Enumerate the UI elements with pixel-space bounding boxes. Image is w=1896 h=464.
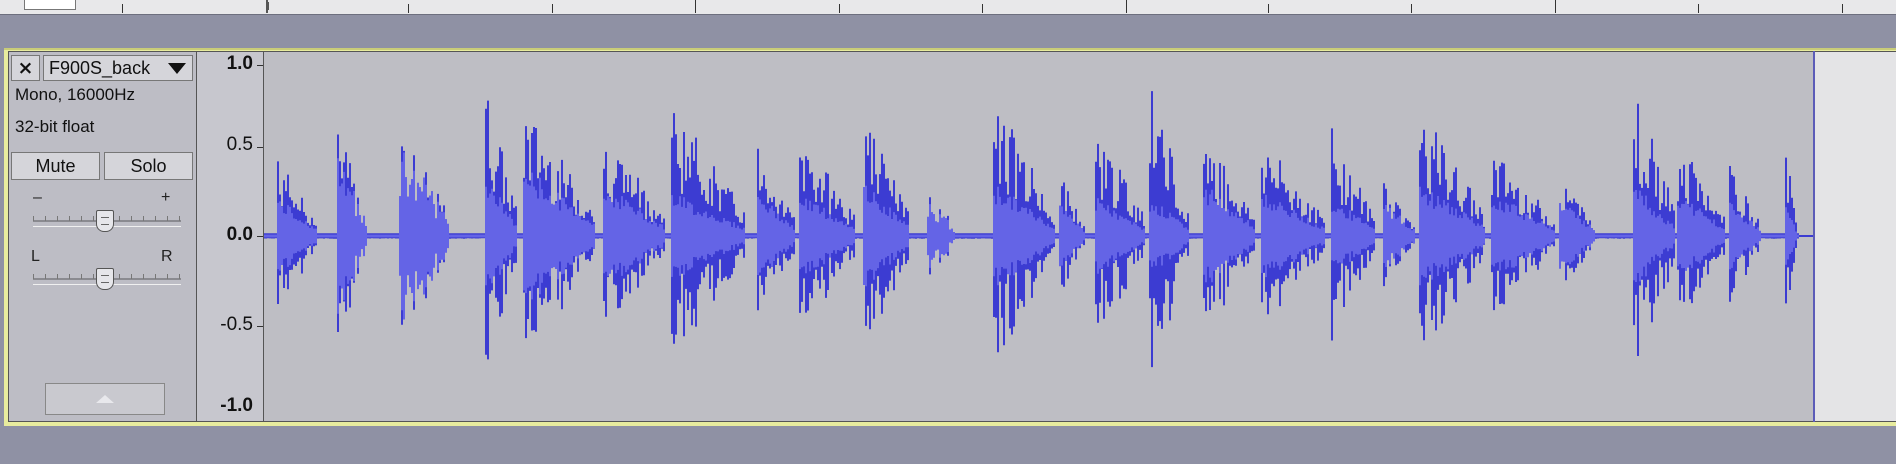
ruler-corner-box — [24, 0, 76, 10]
ruler-tick — [552, 4, 553, 13]
amplitude-label: -1.0 — [220, 395, 253, 416]
mute-button[interactable]: Mute — [11, 152, 100, 180]
close-icon[interactable]: × — [11, 55, 40, 81]
track-control-panel[interactable]: × F900S_back Mono, 16000Hz 32-bit float … — [8, 51, 197, 422]
ruler-tick — [839, 4, 840, 13]
ruler-tick — [1842, 4, 1843, 13]
gain-slider-thumb[interactable] — [96, 210, 114, 232]
collapse-track-button[interactable] — [45, 383, 165, 415]
pan-right-label: R — [161, 248, 173, 265]
waveform-graphic — [264, 91, 1814, 368]
clip-end-boundary — [1813, 51, 1815, 422]
gain-minus-label: – — [33, 189, 42, 206]
track-title-bar: × F900S_back — [11, 55, 193, 81]
track-sample-format: 32-bit float — [15, 117, 95, 136]
pan-slider-thumb[interactable] — [96, 268, 114, 290]
ruler-tick — [1698, 4, 1699, 13]
ruler-tick — [1411, 4, 1412, 13]
gain-plus-label: + — [161, 189, 171, 206]
track-format-info: Mono, 16000Hz — [15, 85, 136, 104]
ruler-tick — [982, 4, 983, 13]
amplitude-tick — [257, 65, 263, 66]
empty-track-region[interactable] — [1814, 51, 1896, 422]
mute-solo-row: Mute Solo — [11, 152, 193, 180]
ruler-tick — [695, 0, 696, 13]
track-name-dropdown[interactable]: F900S_back — [43, 55, 193, 81]
amplitude-tick — [257, 236, 263, 237]
waveform-display[interactable] — [264, 51, 1814, 422]
ruler-tick — [1126, 0, 1127, 13]
amplitude-label: -0.5 — [220, 314, 253, 335]
amplitude-label: 0.5 — [226, 134, 253, 155]
amplitude-tick — [257, 147, 263, 148]
track-name-label: F900S_back — [49, 57, 151, 78]
playhead-marker-icon[interactable] — [266, 0, 269, 13]
ruler-tick — [1268, 4, 1269, 13]
amplitude-ruler: 1.0 0.5 0.0 -0.5 -1.0 — [197, 51, 264, 422]
ruler-tick — [1555, 0, 1556, 13]
ruler-tick — [122, 4, 123, 13]
amplitude-label: 0.0 — [226, 224, 253, 245]
timeline-ruler[interactable] — [0, 0, 1896, 15]
amplitude-tick — [257, 326, 263, 327]
chevron-up-icon — [96, 395, 114, 403]
track-area-gap — [0, 15, 1896, 45]
solo-button[interactable]: Solo — [104, 152, 193, 180]
amplitude-label: 1.0 — [226, 53, 253, 74]
ruler-tick — [408, 4, 409, 13]
chevron-down-icon — [168, 62, 186, 74]
pan-left-label: L — [31, 248, 40, 265]
